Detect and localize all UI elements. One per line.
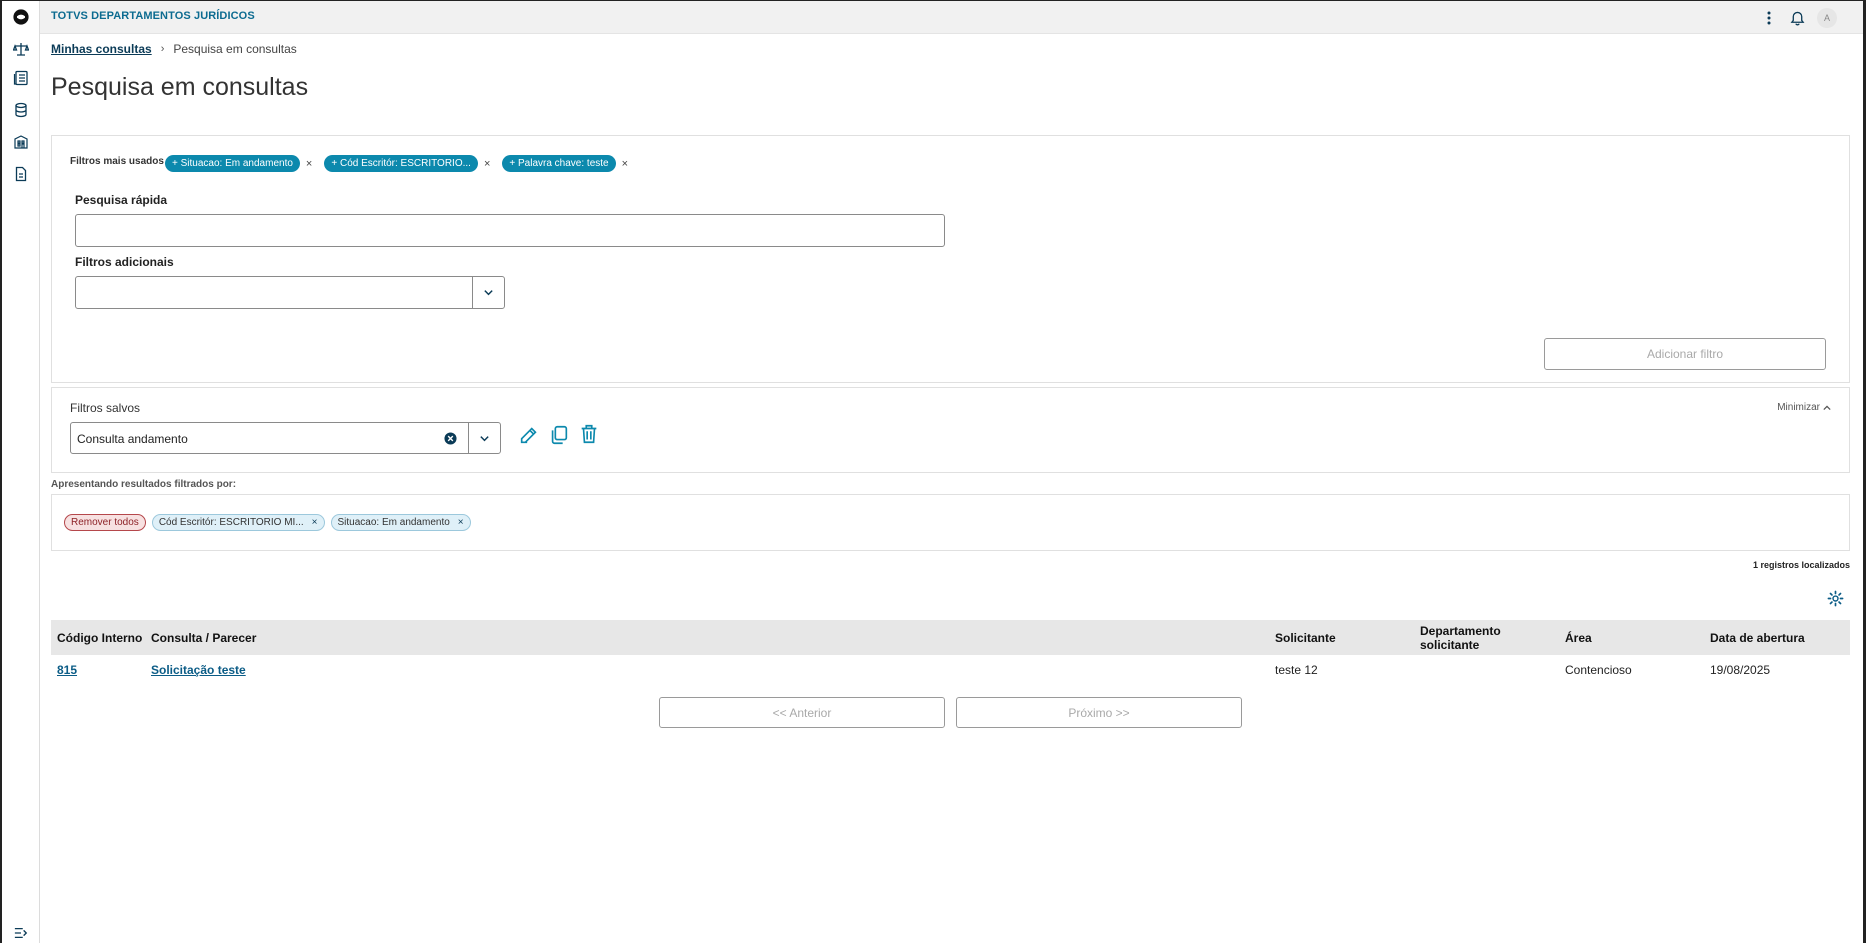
notification-bell-icon[interactable] — [1787, 8, 1807, 28]
chip-situacao[interactable]: + Situacao: Em andamento — [165, 155, 300, 172]
database-icon[interactable] — [11, 100, 31, 120]
close-icon[interactable]: × — [622, 158, 628, 170]
breadcrumb-link-minhas-consultas[interactable]: Minhas consultas — [51, 42, 152, 56]
saved-filters-title: Filtros salvos — [70, 401, 141, 415]
applied-tag-label: Situacao: Em andamento — [337, 517, 450, 528]
list-document-icon[interactable] — [11, 68, 31, 88]
consulta-link[interactable]: Solicitação teste — [151, 663, 246, 677]
column-header[interactable]: Solicitante — [1269, 620, 1414, 655]
applied-tag-situacao[interactable]: Situacao: Em andamento × — [330, 514, 471, 531]
saved-filters-panel: Filtros salvos Minimizar Consulta andame… — [51, 387, 1850, 473]
page-title: Pesquisa em consultas — [51, 73, 309, 101]
next-page-button[interactable]: Próximo >> — [956, 697, 1242, 728]
chevron-up-icon — [1823, 405, 1831, 410]
column-header[interactable]: Data de abertura — [1704, 620, 1850, 655]
avatar-initial: A — [1817, 8, 1837, 28]
expand-menu-icon[interactable] — [14, 926, 28, 943]
chip-cod-escritor[interactable]: + Cód Escritór: ESCRITORIO... — [324, 155, 478, 172]
clear-circle-icon[interactable] — [444, 432, 457, 445]
totvs-logo-icon[interactable] — [11, 7, 31, 27]
quick-search-label: Pesquisa rápida — [75, 193, 168, 207]
minimize-label: Minimizar — [1777, 402, 1820, 413]
saved-filter-select[interactable]: Consulta andamento — [70, 422, 501, 454]
add-filter-button[interactable]: Adicionar filtro — [1544, 338, 1826, 370]
results-filtered-label: Apresentando resultados filtrados por: — [51, 479, 237, 490]
column-header[interactable]: Área — [1559, 620, 1704, 655]
additional-filters-select[interactable] — [75, 276, 505, 309]
codigo-link[interactable]: 815 — [57, 663, 77, 677]
cell-data: 19/08/2025 — [1710, 663, 1771, 677]
column-header[interactable]: Departamento solicitante — [1414, 620, 1559, 655]
breadcrumb-current: Pesquisa em consultas — [173, 42, 297, 56]
building-icon[interactable] — [11, 132, 31, 152]
remove-all-button[interactable]: Remover todos — [64, 514, 146, 531]
close-icon[interactable]: × — [484, 158, 490, 170]
cell-departamento — [1414, 655, 1559, 685]
app-title: TOTVS DEPARTAMENTOS JURÍDICOS — [51, 10, 255, 22]
column-header[interactable]: Código Interno — [51, 620, 145, 655]
edit-icon[interactable] — [517, 423, 541, 447]
more-options-icon[interactable] — [1759, 8, 1779, 28]
minimize-button[interactable]: Minimizar — [1777, 402, 1831, 413]
results-table: Código Interno Consulta / Parecer Solici… — [51, 620, 1850, 685]
copy-icon[interactable] — [547, 423, 571, 447]
previous-page-button[interactable]: << Anterior — [659, 697, 945, 728]
applied-tag-cod-escritor[interactable]: Cód Escritór: ESCRITORIO MI... × — [151, 514, 325, 531]
filters-panel: Filtros mais usados + Situacao: Em andam… — [51, 135, 1850, 383]
close-icon[interactable]: × — [312, 515, 318, 530]
most-used-filters-chips: + Situacao: Em andamento × + Cód Escritó… — [165, 155, 640, 172]
column-header[interactable]: Consulta / Parecer — [145, 620, 1269, 655]
cell-area: Contencioso — [1565, 663, 1632, 677]
top-bar: TOTVS DEPARTAMENTOS JURÍDICOS A — [40, 1, 1863, 34]
cell-solicitante: teste 12 — [1275, 663, 1318, 677]
quick-search-input[interactable] — [75, 214, 945, 247]
saved-filter-value: Consulta andamento — [77, 432, 188, 446]
trash-icon[interactable] — [577, 422, 601, 446]
user-avatar[interactable]: A — [1817, 8, 1837, 28]
gear-icon[interactable] — [1827, 590, 1845, 608]
chip-palavra-chave[interactable]: + Palavra chave: teste — [502, 155, 616, 172]
applied-filters-panel: Remover todos Cód Escritór: ESCRITORIO M… — [51, 494, 1850, 551]
close-icon[interactable]: × — [458, 515, 464, 530]
applied-tag-label: Cód Escritór: ESCRITORIO MI... — [158, 517, 304, 528]
applied-tags: Remover todos Cód Escritór: ESCRITORIO M… — [64, 514, 471, 531]
additional-filters-label: Filtros adicionais — [75, 255, 174, 269]
chevron-down-icon[interactable] — [472, 277, 504, 308]
chevron-down-icon[interactable] — [468, 423, 500, 453]
table-row: 815 Solicitação teste teste 12 Contencio… — [51, 655, 1850, 685]
records-count: 1 registros localizados — [1752, 560, 1850, 570]
file-icon[interactable] — [11, 164, 31, 184]
most-used-filters-label: Filtros mais usados — [70, 156, 164, 167]
sidebar — [2, 1, 40, 943]
scale-icon[interactable] — [11, 39, 31, 59]
chevron-right-icon: › — [160, 43, 165, 55]
table-header-row: Código Interno Consulta / Parecer Solici… — [51, 620, 1850, 655]
close-icon[interactable]: × — [306, 158, 312, 170]
breadcrumb: Minhas consultas › Pesquisa em consultas — [51, 42, 297, 56]
